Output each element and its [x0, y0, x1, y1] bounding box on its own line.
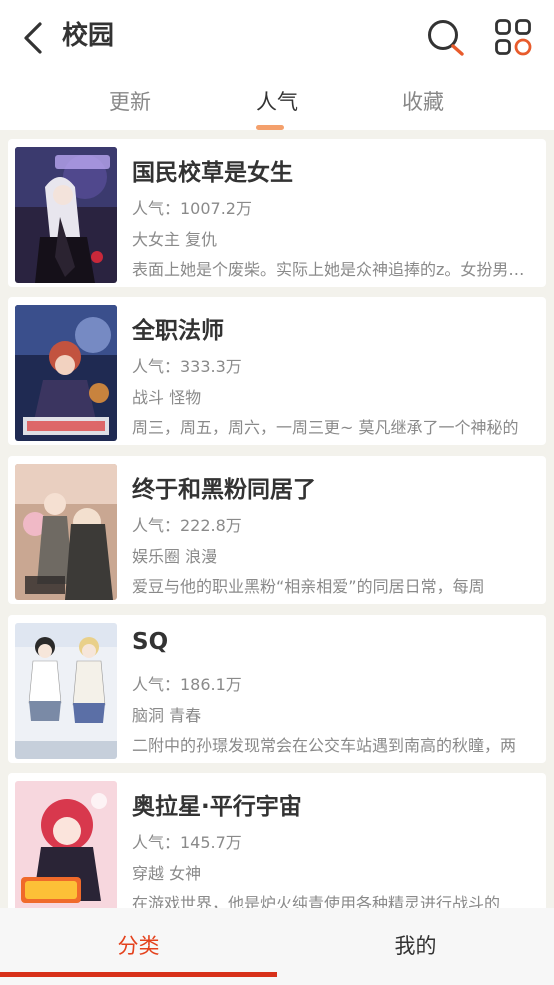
comic-title: SQ — [132, 629, 169, 655]
cover-image — [15, 147, 117, 283]
chevron-left-icon — [24, 22, 42, 54]
popularity-count: 人气：1007.2万 — [132, 199, 252, 218]
popularity-count: 人气：186.1万 — [132, 675, 242, 694]
list-item[interactable]: 全职法师 人气：333.3万 战斗 怪物 周三，周五，周六，一周三更~ 莫凡继承… — [8, 297, 546, 445]
comic-description: 在游戏世界，他是炉火纯青使用各种精灵进行战斗的 — [132, 894, 501, 908]
cover-image — [15, 781, 117, 908]
list-item[interactable]: 国民校草是女生 人气：1007.2万 大女主 复仇 表面上她是个废柴。实际上她是… — [8, 139, 546, 287]
comic-list: 国民校草是女生 人气：1007.2万 大女主 复仇 表面上她是个废柴。实际上她是… — [0, 130, 554, 908]
list-item[interactable]: 奥拉星·平行宇宙 人气：145.7万 穿越 女神 在游戏世界，他是炉火纯青使用各… — [8, 773, 546, 908]
comic-title: 国民校草是女生 — [132, 160, 293, 186]
comic-description: 周三，周五，周六，一周三更~ 莫凡继承了一个神秘的 — [132, 418, 519, 437]
tab-popular[interactable]: 人气 — [217, 80, 337, 124]
bottom-nav-active-indicator — [0, 972, 277, 977]
search-button[interactable] — [426, 18, 466, 58]
top-bar: 校园 更新 人气 收藏 — [0, 0, 554, 130]
cover-image — [15, 464, 117, 600]
comic-title: 奥拉星·平行宇宙 — [132, 794, 302, 820]
comic-tags: 穿越 女神 — [132, 864, 202, 883]
comic-tags: 战斗 怪物 — [132, 388, 202, 407]
list-item[interactable]: 终于和黑粉同居了 人气：222.8万 娱乐圈 浪漫 爱豆与他的职业黑粉“相亲相爱… — [8, 456, 546, 604]
comic-tags: 娱乐圈 浪漫 — [132, 547, 218, 566]
nav-mine[interactable]: 我的 — [277, 908, 554, 985]
comic-description: 表面上她是个废柴。实际上她是众神追捧的z。女扮男装，回国 — [132, 260, 536, 279]
list-item[interactable]: SQ 人气：186.1万 脑洞 青春 二附中的孙璟发现常会在公交车站遇到南高的秋… — [8, 615, 546, 763]
page-title: 校园 — [62, 21, 115, 51]
popularity-count: 人气：145.7万 — [132, 833, 242, 852]
back-button[interactable] — [18, 18, 48, 58]
comic-title: 全职法师 — [132, 318, 224, 344]
comic-tags: 脑洞 青春 — [132, 706, 202, 725]
category-grid-button[interactable] — [494, 18, 532, 56]
tab-update[interactable]: 更新 — [70, 80, 190, 124]
comic-title: 终于和黑粉同居了 — [132, 477, 316, 503]
popularity-count: 人气：333.3万 — [132, 357, 242, 376]
category-grid-icon — [495, 19, 532, 56]
comic-description: 爱豆与他的职业黑粉“相亲相爱”的同居日常，每周 — [132, 577, 485, 596]
sort-tabs: 更新 人气 收藏 — [0, 80, 554, 130]
search-icon — [428, 20, 464, 56]
cover-image — [15, 623, 117, 759]
cover-image — [15, 305, 117, 441]
comic-tags: 大女主 复仇 — [132, 230, 218, 249]
popularity-count: 人气：222.8万 — [132, 516, 242, 535]
tab-favorites[interactable]: 收藏 — [363, 80, 483, 124]
comic-description: 二附中的孙璟发现常会在公交车站遇到南高的秋瞳，两 — [132, 736, 517, 755]
